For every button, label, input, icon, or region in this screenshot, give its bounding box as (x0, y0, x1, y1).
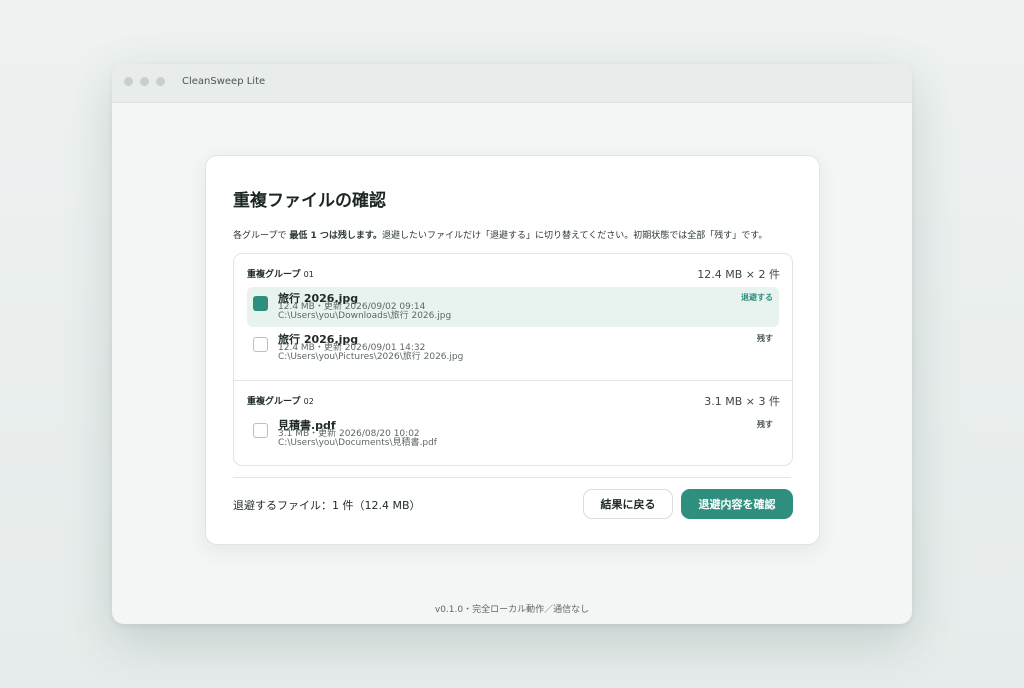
file-path: C:\Users\you\Downloads\旅行 2026.jpg (278, 311, 452, 321)
maximize-window-icon[interactable] (156, 77, 165, 86)
selection-summary: 退避するファイル：1 件（12.4 MB） (233, 499, 421, 512)
dialog-title: 重複ファイルの確認 (233, 191, 386, 211)
file-row[interactable]: 旅行 2026.jpg 12.4 MB・更新 2026/09/01 14:32 … (247, 328, 779, 368)
group-number: 01 (303, 270, 314, 279)
file-checkbox[interactable] (253, 337, 268, 352)
divider (233, 477, 791, 478)
window-controls (124, 77, 165, 86)
app-title: CleanSweep Lite (182, 76, 266, 87)
file-path: C:\Users\you\Documents\見積書.pdf (278, 438, 437, 448)
group-size-summary: 3.1 MB × 3 件 (704, 395, 780, 408)
instructions-emphasis: 最低 1 つは残します。 (289, 231, 382, 241)
file-checkbox[interactable] (253, 296, 268, 311)
file-state-label[interactable]: 残す (757, 333, 773, 344)
file-checkbox[interactable] (253, 423, 268, 438)
group-label: 重複グループ (247, 270, 301, 280)
file-state-label[interactable]: 退避する (741, 292, 773, 303)
duplicate-confirm-dialog: 重複ファイルの確認 各グループで 最低 1 つは残します。退避したいファイルだけ… (205, 155, 820, 545)
group-size-summary: 12.4 MB × 2 件 (697, 268, 780, 281)
file-row[interactable]: 旅行 2026.jpg 12.4 MB・更新 2026/09/02 09:14 … (247, 287, 779, 327)
group-title: 重複グループ 01 (247, 267, 314, 280)
file-row[interactable]: 見積書.pdf 3.1 MB・更新 2026/08/20 10:02 C:\Us… (247, 414, 779, 454)
back-to-results-button[interactable]: 結果に戻る (583, 489, 673, 519)
app-window: CleanSweep Lite 重複ファイルの確認 各グループで 最低 1 つは… (112, 64, 912, 624)
group-label: 重複グループ (247, 397, 301, 407)
duplicate-group-01: 重複グループ 01 12.4 MB × 2 件 旅行 2026.jpg 12.4… (234, 254, 792, 381)
minimize-window-icon[interactable] (140, 77, 149, 86)
instructions-suffix: 退避したいファイルだけ「退避する」に切り替えてください。初期状態では全部「残す」… (381, 231, 768, 241)
instructions-prefix: 各グループで (233, 231, 287, 241)
file-path: C:\Users\you\Pictures\2026\旅行 2026.jpg (278, 352, 464, 362)
instructions-text: 各グループで 最低 1 つは残します。退避したいファイルだけ「退避する」に切り替… (233, 228, 767, 241)
duplicate-group-02: 重複グループ 02 3.1 MB × 3 件 見積書.pdf 3.1 MB・更新… (234, 381, 792, 465)
duplicate-groups-list: 重複グループ 01 12.4 MB × 2 件 旅行 2026.jpg 12.4… (233, 253, 793, 466)
title-bar: CleanSweep Lite (112, 64, 912, 103)
version-footer: v0.1.0・完全ローカル動作／通信なし (434, 605, 590, 615)
group-number: 02 (303, 397, 314, 406)
group-title: 重複グループ 02 (247, 394, 314, 407)
file-state-label[interactable]: 残す (757, 419, 773, 430)
confirm-evacuation-button[interactable]: 退避内容を確認 (681, 489, 793, 519)
close-window-icon[interactable] (124, 77, 133, 86)
